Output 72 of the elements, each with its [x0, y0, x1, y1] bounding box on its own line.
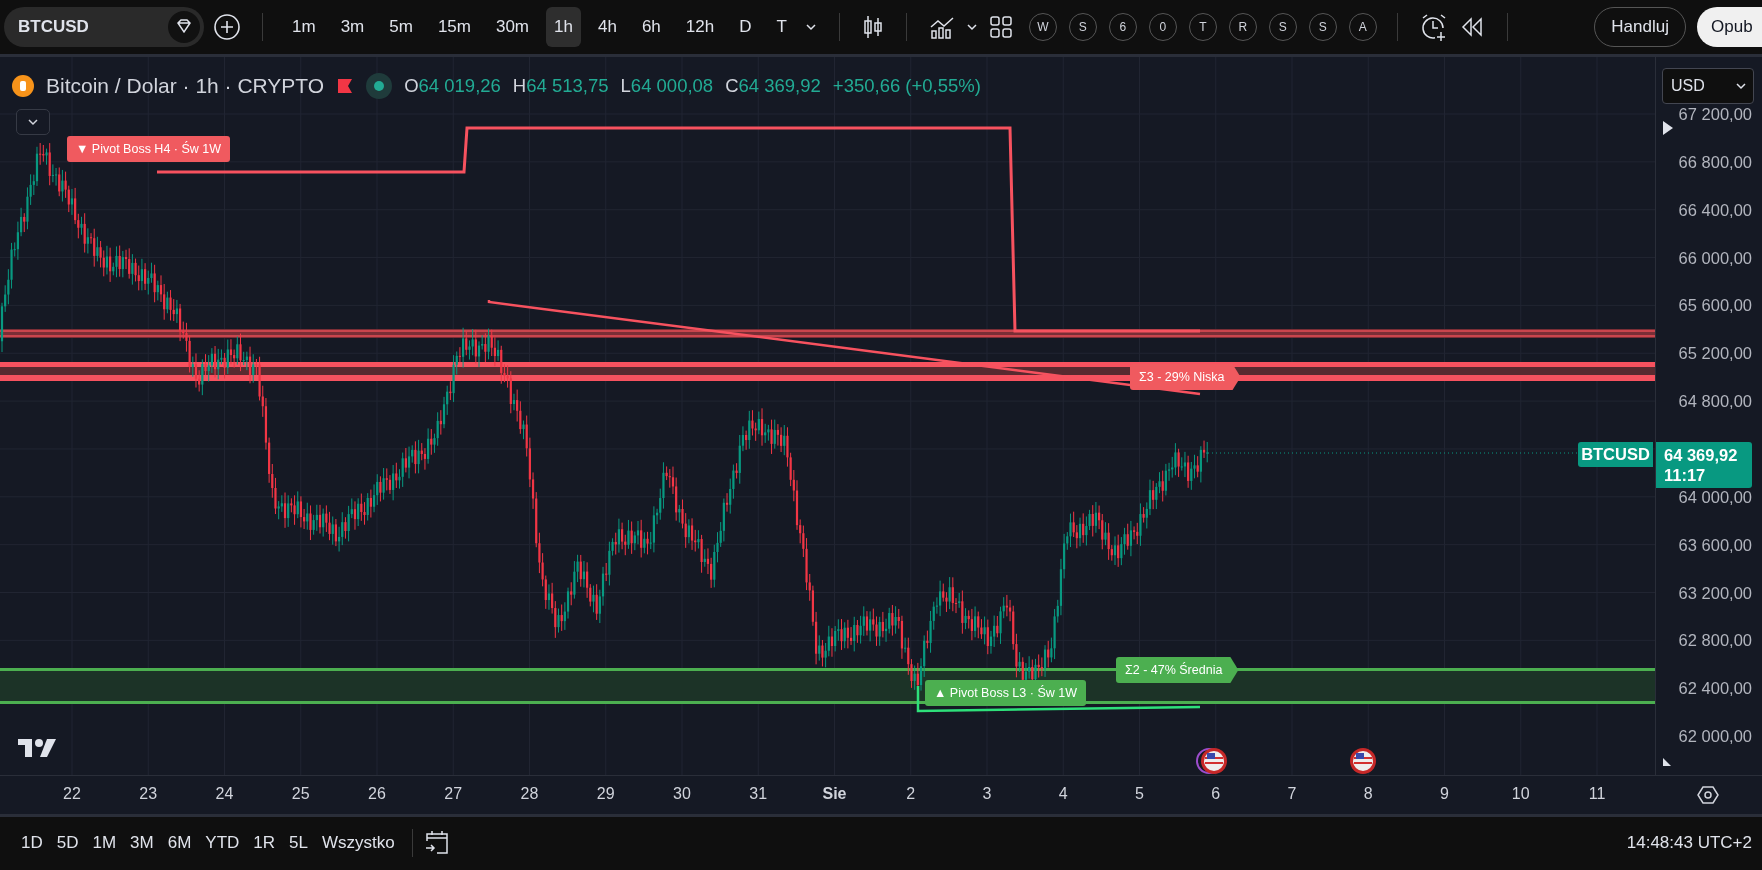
date-label: 22	[63, 785, 81, 803]
date-label: 8	[1363, 785, 1373, 803]
date-label: 11	[1588, 785, 1606, 803]
price-label: 66 000,00	[1678, 248, 1752, 267]
date-label: 5	[1135, 785, 1144, 803]
range-button[interactable]: 3M	[123, 829, 161, 857]
range-button[interactable]: Wszystko	[315, 829, 402, 857]
range-button[interactable]: 5L	[282, 829, 315, 857]
interval-tab[interactable]: 6h	[633, 7, 669, 47]
price-label: 65 200,00	[1678, 344, 1752, 363]
price-label: 63 600,00	[1678, 535, 1752, 554]
date-label: 2	[906, 785, 916, 803]
date-label: 3	[982, 785, 992, 803]
ohlc-value: H64 513,75	[512, 75, 609, 97]
symbol-title: Bitcoin / Dolar · 1h · CRYPTO	[46, 74, 325, 98]
range-button[interactable]: 5D	[49, 829, 86, 857]
range-button[interactable]: 6M	[160, 829, 199, 857]
date-label: 23	[139, 785, 158, 803]
price-label: 62 400,00	[1678, 679, 1752, 698]
interval-tab[interactable]: 4h	[589, 7, 625, 47]
price-label: 62 800,00	[1678, 631, 1752, 650]
range-button[interactable]: 1D	[14, 829, 50, 857]
level-label: ▲ Pivot Boss L3 · Św 1W	[925, 680, 1086, 706]
symbol-search[interactable]: BTCUSD	[4, 7, 204, 47]
date-label: 24	[215, 785, 234, 803]
date-label: 10	[1511, 785, 1530, 803]
interval-tab[interactable]: 5m	[381, 7, 421, 47]
price-label: 62 000,00	[1678, 727, 1752, 746]
date-label: 27	[444, 785, 463, 803]
range-button[interactable]: YTD	[198, 829, 247, 857]
date-label: 31	[749, 785, 768, 803]
symbol-tag: BTCUSD	[1578, 442, 1653, 467]
level-label: Σ3 - 29% Niska	[1130, 364, 1241, 390]
date-label: 25	[291, 785, 310, 803]
level-label: ▼ Pivot Boss H4 · Św 1W	[67, 136, 231, 162]
interval-tab[interactable]: D	[731, 7, 760, 47]
price-label: 67 200,00	[1678, 105, 1752, 123]
interval-tab[interactable]: T	[768, 7, 795, 47]
price-change: +350,66 (+0,55%)	[832, 75, 981, 97]
price-label: 66 800,00	[1678, 152, 1752, 171]
interval-tab[interactable]: 1m	[284, 7, 324, 47]
last-price-tag: 64 369,92 11:17	[1656, 442, 1752, 488]
currency-text: USD	[1671, 77, 1705, 95]
date-label: 6	[1211, 785, 1221, 803]
price-label: 64 000,00	[1678, 487, 1752, 506]
interval-tab[interactable]: 30m	[487, 7, 538, 47]
range-button[interactable]: 1M	[85, 829, 124, 857]
date-label: 26	[368, 785, 386, 803]
price-label: 66 400,00	[1678, 200, 1752, 219]
clock-text: 14:48:43 UTC+2	[1626, 833, 1752, 853]
price-label: 65 600,00	[1678, 296, 1752, 315]
date-label: 9	[1440, 785, 1449, 803]
interval-tab[interactable]: 3m	[332, 7, 373, 47]
interval-tab[interactable]: 1h	[546, 7, 581, 47]
interval-tab[interactable]: 12h	[677, 7, 723, 47]
ohlc-value: C64 369,92	[725, 75, 821, 97]
currency-dropdown[interactable]: USD	[1662, 68, 1754, 104]
interval-tab[interactable]: 15m	[429, 7, 479, 47]
date-label: 7	[1287, 785, 1297, 803]
price-label: 63 200,00	[1678, 583, 1752, 602]
ohlc-value: L64 000,08	[620, 75, 714, 97]
date-label: Sie	[822, 785, 847, 803]
level-label: Σ2 - 47% Średnia	[1116, 657, 1239, 683]
publish-button[interactable]: Opub	[1697, 7, 1762, 47]
date-label: 28	[520, 785, 539, 803]
date-label: 4	[1058, 785, 1068, 803]
date-label: 29	[596, 785, 615, 803]
price-label: 64 800,00	[1678, 392, 1752, 411]
range-button[interactable]: 1R	[246, 829, 283, 857]
date-label: 30	[673, 785, 691, 803]
symbol-text: BTCUSD	[18, 17, 89, 37]
ohlc-value: O64 019,26	[404, 75, 501, 97]
